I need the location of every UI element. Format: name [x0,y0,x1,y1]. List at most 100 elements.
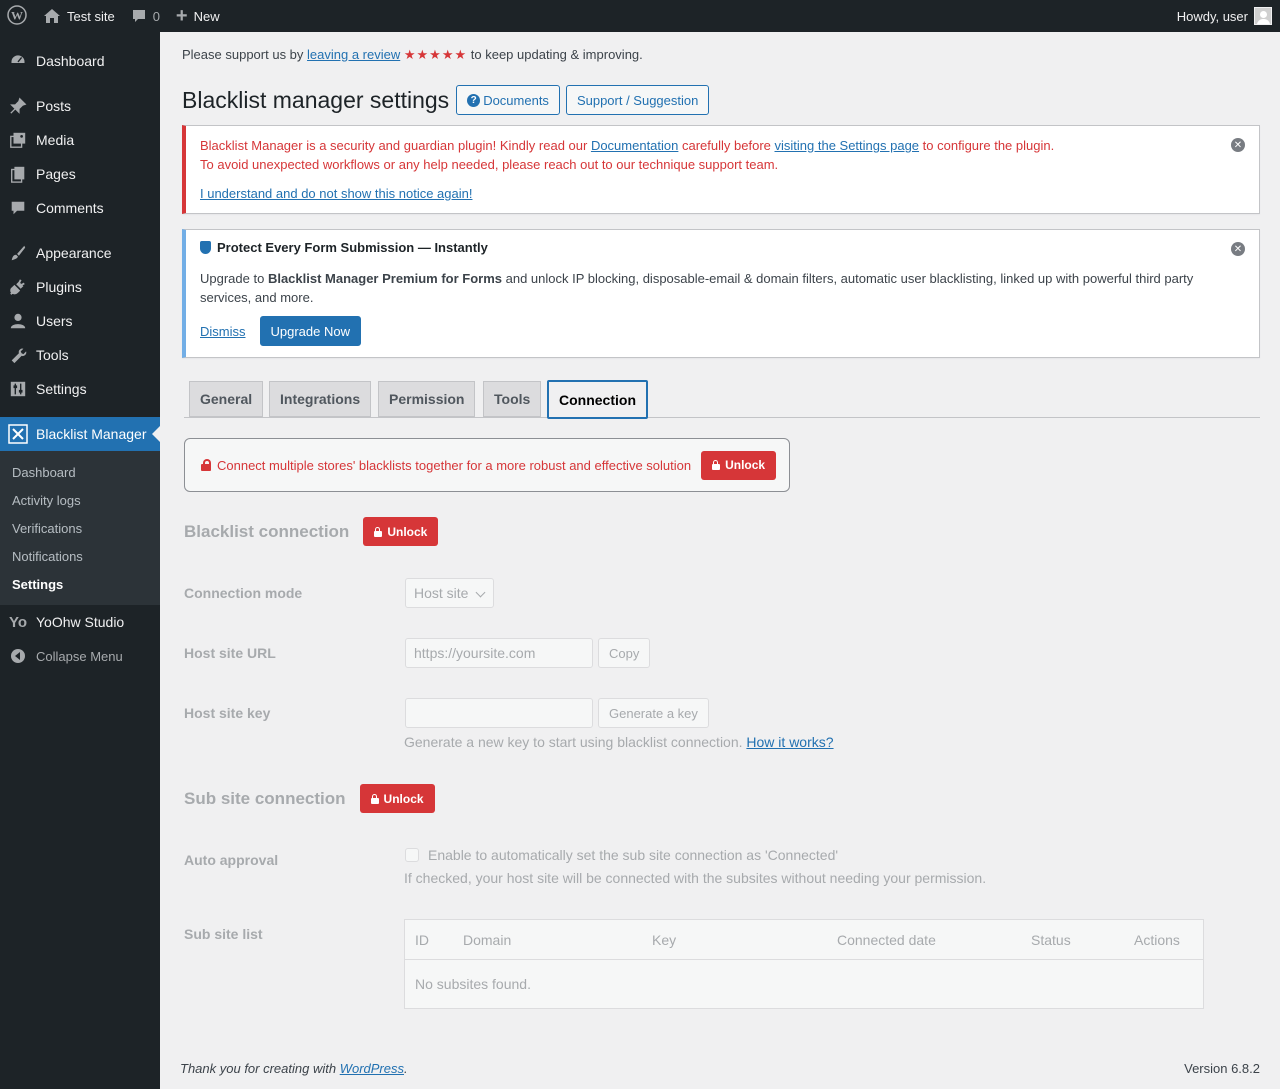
close-icon[interactable]: ✕ [1231,242,1245,256]
host-site-key-input[interactable] [405,698,593,728]
menu-appearance[interactable]: Appearance [0,236,160,270]
menu-media[interactable]: Media [0,123,160,157]
menu-plugins[interactable]: Plugins [0,270,160,304]
auto-approval-checkbox-label: Enable to automatically set the sub site… [428,847,839,863]
menu-settings[interactable]: Settings [0,372,160,406]
settings-icon [8,379,28,399]
copy-button[interactable]: Copy [598,638,651,668]
unlock-button[interactable]: Unlock [363,517,439,546]
error-notice-line1: Blacklist Manager is a security and guar… [200,136,1054,155]
premium-notice-actions: Dismiss Upgrade Now [200,316,361,346]
column-domain: Domain [463,932,512,948]
collapse-menu-button[interactable]: Collapse Menu [0,639,160,673]
account-menu[interactable]: Howdy, user [1177,7,1280,25]
new-content-button[interactable]: + New [168,0,228,32]
support-line: Please support us by leaving a review ★★… [182,47,643,63]
footer-credit: Thank you for creating with WordPress. [180,1061,408,1076]
how-it-works-link[interactable]: How it works? [746,734,833,750]
menu-label: Settings [36,381,87,397]
pin-icon [8,96,28,116]
menu-label: Media [36,132,75,148]
notice-text: carefully before [678,138,775,153]
auto-approval-checkbox[interactable] [405,848,419,862]
comments-icon [8,198,28,218]
premium-product-name: Blacklist Manager Premium for Forms [267,271,503,286]
submenu-activity-logs[interactable]: Activity logs [0,486,160,514]
description-text: Generate a new key to start using blackl… [404,734,747,750]
table-body: No subsites found. [405,960,1203,1008]
site-name-link[interactable]: Test site [35,0,123,32]
menu-label: Tools [36,347,69,363]
wrench-icon [8,345,28,365]
empty-state: No subsites found. [415,976,531,992]
page-header: Blacklist manager settings ? Documents S… [182,85,715,115]
menu-pages[interactable]: Pages [0,157,160,191]
auto-approval-label: Auto approval [184,852,279,868]
version-text: Version 6.8.2 [1184,1061,1260,1076]
column-status: Status [1031,932,1071,948]
close-icon[interactable]: ✕ [1231,138,1245,152]
review-link[interactable]: leaving a review [307,47,400,62]
section-title-text: Blacklist connection [184,521,350,541]
unlock-label: Unlock [383,791,424,806]
tab-general[interactable]: General [189,381,264,417]
documents-label: Documents [483,92,549,108]
wordpress-link[interactable]: WordPress [340,1061,404,1076]
lock-banner-label: Connect multiple stores' blacklists toge… [217,457,692,473]
menu-users[interactable]: Users [0,304,160,338]
section-title-text: Sub site connection [184,788,346,808]
tab-integrations[interactable]: Integrations [269,381,372,417]
avatar [1254,7,1272,25]
menu-yoohw-studio[interactable]: Yo YoOhw Studio [0,605,160,639]
tab-permission[interactable]: Permission [378,381,476,417]
menu-label: Comments [36,200,104,216]
host-site-url-label: Host site URL [184,645,276,661]
support-suggestion-button[interactable]: Support / Suggestion [565,85,710,115]
unlock-button[interactable]: Unlock [701,450,777,480]
acknowledge-notice-link[interactable]: I understand and do not show this notice… [200,184,472,203]
rating-stars: ★★★★★ [403,47,468,62]
submenu-notifications[interactable]: Notifications [0,542,160,570]
submenu-settings[interactable]: Settings [0,570,160,598]
menu-comments[interactable]: Comments [0,191,160,225]
column-id: ID [415,932,429,948]
menu-tools[interactable]: Tools [0,338,160,372]
documentation-link[interactable]: Documentation [591,138,678,153]
comments-link[interactable]: 0 [123,0,168,32]
menu-posts[interactable]: Posts [0,89,160,123]
tab-connection[interactable]: Connection [547,380,648,419]
host-site-url-input[interactable]: https://yoursite.com [405,638,593,668]
premium-notice-body: Upgrade to Blacklist Manager Premium for… [200,269,1220,307]
settings-page-link[interactable]: visiting the Settings page [775,138,920,153]
menu-label: Plugins [36,279,82,295]
plugin-icon [8,277,28,297]
plus-icon: + [175,5,188,27]
comments-count: 0 [152,8,160,24]
select-value: Host site [414,585,469,601]
submenu-dashboard[interactable]: Dashboard [0,458,160,486]
submenu-verifications[interactable]: Verifications [0,514,160,542]
notice-text: Upgrade to [200,271,268,286]
wordpress-logo-button[interactable]: W [0,0,35,32]
yo-icon: Yo [8,613,28,631]
documents-button[interactable]: ? Documents [456,85,560,115]
upgrade-now-button[interactable]: Upgrade Now [259,316,361,346]
menu-label: Appearance [36,245,112,261]
users-icon [8,311,28,331]
error-notice: Blacklist Manager is a security and guar… [182,125,1260,214]
media-icon [8,130,28,150]
dismiss-link[interactable]: Dismiss [200,324,246,339]
tab-tools[interactable]: Tools [483,381,542,417]
notice-text: Blacklist Manager is a security and guar… [200,138,591,153]
generate-key-button[interactable]: Generate a key [598,698,709,728]
menu-label: Pages [36,166,76,182]
collapse-arrow-icon [8,646,28,666]
host-site-key-label: Host site key [184,705,271,721]
menu-blacklist-manager[interactable]: Blacklist Manager [0,417,160,451]
unlock-button[interactable]: Unlock [359,784,435,813]
lock-banner-text: Connect multiple stores' blacklists toge… [201,458,691,473]
column-actions: Actions [1134,932,1180,948]
menu-dashboard[interactable]: Dashboard [0,44,160,78]
site-name: Test site [67,8,115,24]
connection-mode-select[interactable]: Host site [405,578,494,608]
